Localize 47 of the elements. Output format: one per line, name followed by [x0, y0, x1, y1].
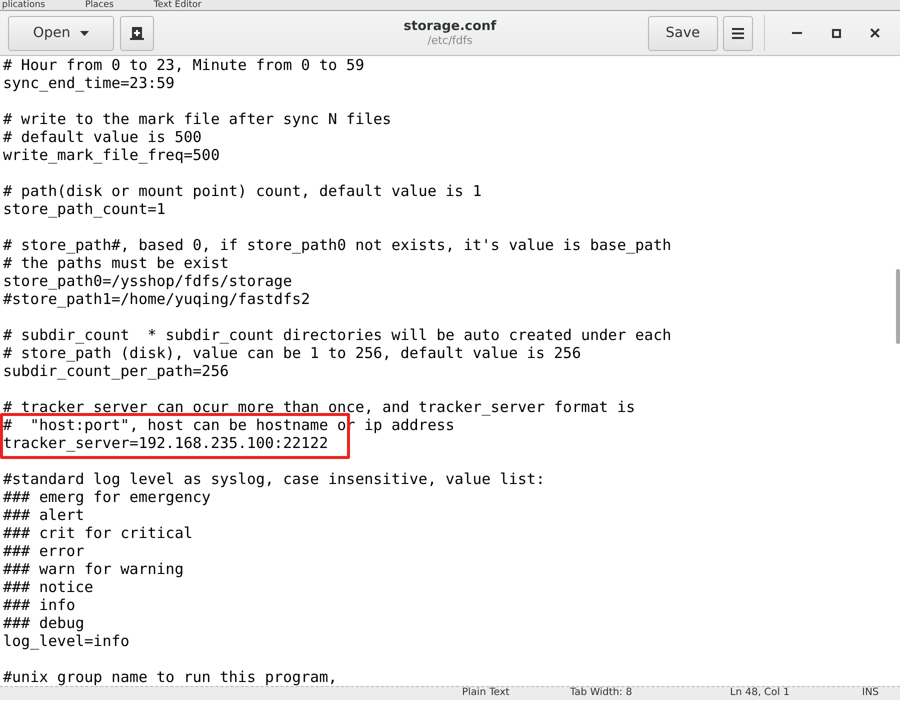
- cursor-position[interactable]: Ln 48, Col 1: [730, 687, 790, 699]
- insert-mode[interactable]: INS: [862, 687, 879, 699]
- code-line: # path(disk or mount point) count, default value is 1: [3, 182, 482, 200]
- code-line: #store_path1=/home/yuqing/fastdfs2: [3, 290, 310, 308]
- code-line: #standard log level as syslog, case insensitive, value list:: [3, 470, 545, 488]
- code-line: store_path0=/ysshop/fdfs/storage: [3, 272, 292, 290]
- code-line: # tracker_server can ocur more than once, and tracker_server format is: [3, 398, 636, 416]
- minimize-icon: [792, 32, 802, 34]
- new-document-icon: [130, 26, 144, 40]
- code-line: # default value is 500: [3, 128, 202, 146]
- menu-icon: [732, 28, 744, 38]
- code-line: tracker_server=192.168.235.100:22122: [3, 434, 328, 452]
- code-line: ### error: [3, 542, 84, 560]
- language-selector[interactable]: Plain Text: [462, 687, 510, 699]
- save-button[interactable]: Save: [648, 16, 718, 50]
- code-line: # store_path (disk), value can be 1 to 256, default value is 256: [3, 344, 581, 362]
- code-line: ### emerg for emergency: [3, 488, 211, 506]
- code-line: ### alert: [3, 506, 84, 524]
- open-button[interactable]: Open: [8, 16, 114, 50]
- code-line: sync_end_time=23:59: [3, 74, 175, 92]
- code-line: # subdir_count * subdir_count directories will be auto created under each: [3, 326, 672, 344]
- code-line: ### crit for critical: [3, 524, 193, 542]
- close-icon: [870, 28, 880, 38]
- code-line: ### info: [3, 596, 76, 614]
- code-line: #unix group name to run this program,: [3, 668, 338, 686]
- window-title: storage.conf: [404, 19, 496, 34]
- top-bar-menu[interactable]: plications: [2, 0, 46, 10]
- code-line: ### notice: [3, 578, 94, 596]
- code-line: store_path_count=1: [3, 200, 166, 218]
- code-line: log_level=info: [3, 632, 130, 650]
- new-document-button[interactable]: [120, 16, 154, 50]
- scrollbar-thumb[interactable]: [896, 269, 900, 344]
- code-line: ### debug: [3, 614, 84, 632]
- tab-width-selector[interactable]: Tab Width: 8: [570, 687, 632, 699]
- code-line: # the paths must be exist: [3, 254, 229, 272]
- top-bar-menu[interactable]: Text Editor: [154, 0, 202, 10]
- caret-icon: [80, 30, 90, 36]
- file-path: /etc/fdfs: [428, 34, 472, 47]
- code-line: subdir_count_per_path=256: [3, 362, 229, 380]
- code-line: write_mark_file_freq=500: [3, 146, 220, 164]
- code-line: ### warn for warning: [3, 560, 184, 578]
- top-bar-menu[interactable]: Places: [85, 0, 114, 10]
- maximize-icon: [832, 28, 840, 38]
- menu-button[interactable]: [723, 16, 753, 50]
- code-line: # store_path#, based 0, if store_path0 not exists, it's value is base_path: [3, 236, 672, 254]
- code-line: # Hour from 0 to 23, Minute from 0 to 59: [3, 56, 364, 74]
- code-line: # write to the mark file after sync N files: [3, 110, 392, 128]
